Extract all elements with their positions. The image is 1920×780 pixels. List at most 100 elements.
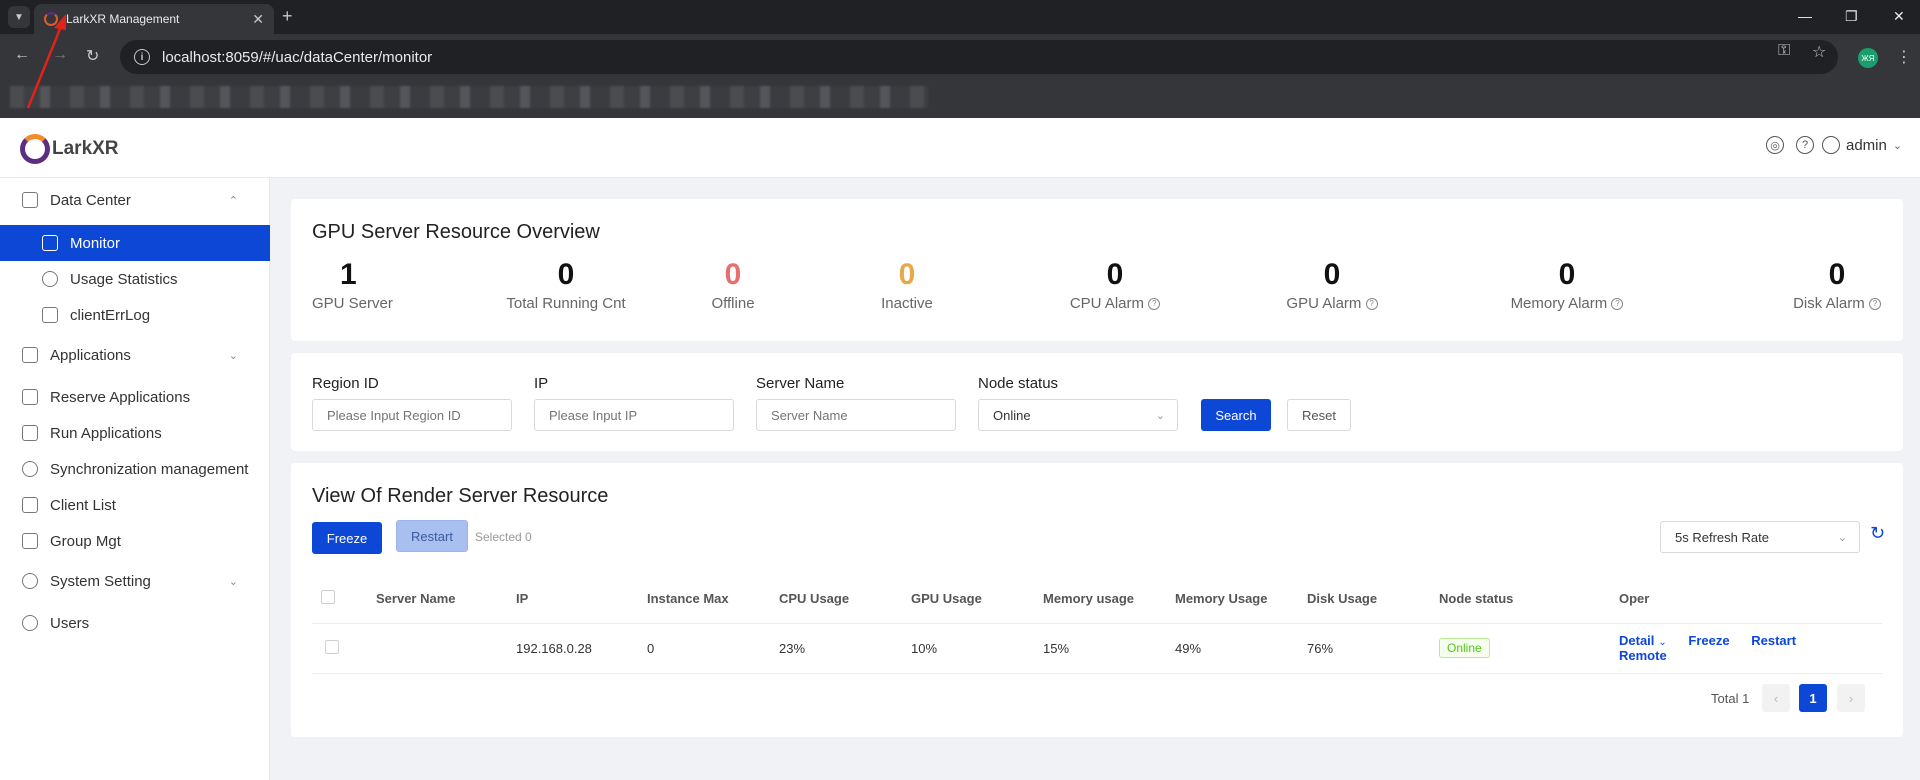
help-icon[interactable]: ? xyxy=(1796,136,1814,154)
sidebar: Data Center ⌃ Monitor Usage Statistics c… xyxy=(0,178,270,780)
ip-input[interactable] xyxy=(534,399,734,431)
refresh-rate-value: 5s Refresh Rate xyxy=(1675,529,1769,545)
stat-memory-alarm: 0 Memory Alarm ? xyxy=(1487,257,1647,312)
stat-value: 0 xyxy=(1106,258,1124,291)
row-remote-link[interactable]: Remote xyxy=(1619,648,1667,663)
grid-icon xyxy=(22,347,38,363)
stat-label: GPU Server xyxy=(312,295,393,312)
profile-avatar[interactable]: ЖЯ xyxy=(1858,48,1878,68)
region-id-input[interactable] xyxy=(312,399,512,431)
sidebar-item-label: Monitor xyxy=(70,234,121,252)
sidebar-item-data-center[interactable]: Data Center ⌃ xyxy=(0,182,270,218)
file-icon xyxy=(42,307,58,323)
select-all-checkbox[interactable] xyxy=(321,590,335,605)
sidebar-item-label: Client List xyxy=(50,496,116,514)
prev-page-icon[interactable]: ‹ xyxy=(1762,684,1790,712)
server-name-input[interactable] xyxy=(756,399,956,431)
user-icon xyxy=(1822,136,1840,154)
chevron-down-icon: ⌄ xyxy=(1892,139,1903,152)
node-status-select[interactable]: Online ⌄ xyxy=(978,399,1178,431)
bookmark-star-icon[interactable]: ☆ xyxy=(1812,42,1826,62)
column-header: GPU Usage xyxy=(911,575,1043,624)
sidebar-item-monitor[interactable]: Monitor xyxy=(0,225,270,261)
stat-cpu-alarm: 0 CPU Alarm ? xyxy=(1045,257,1185,312)
sidebar-item-label: Synchronization management xyxy=(50,460,249,478)
sidebar-item-label: Data Center xyxy=(50,191,131,209)
row-checkbox[interactable] xyxy=(325,639,339,654)
stat-offline: 0 Offline xyxy=(673,257,793,312)
server-table: Server Name IP Instance Max CPU Usage GP… xyxy=(312,575,1882,674)
minimize-icon[interactable]: — xyxy=(1798,8,1812,24)
user-menu[interactable]: admin ⌄ xyxy=(1822,136,1902,154)
site-info-icon[interactable]: i xyxy=(134,49,150,65)
stat-gpu-server: 1 GPU Server xyxy=(312,257,393,312)
cell-gpu-usage: 10% xyxy=(911,623,1043,674)
reload-icon[interactable]: ↻ xyxy=(86,46,99,66)
new-tab-plus-icon[interactable]: + xyxy=(282,6,293,27)
next-page-icon[interactable]: › xyxy=(1837,684,1865,712)
sidebar-item-client-list[interactable]: Client List xyxy=(0,487,270,523)
page-number[interactable]: 1 xyxy=(1799,684,1827,712)
doc-icon xyxy=(22,425,38,441)
stat-gpu-alarm: 0 GPU Alarm ? xyxy=(1262,257,1402,312)
sidebar-item-group-mgt[interactable]: Group Mgt xyxy=(0,523,270,559)
sync-icon xyxy=(22,461,38,477)
logo-text: LarkXR xyxy=(52,138,119,159)
restart-button[interactable]: Restart xyxy=(396,520,468,552)
column-header: Memory usage xyxy=(1043,575,1175,624)
stat-disk-alarm: 0 Disk Alarm ? xyxy=(1782,257,1892,312)
sidebar-item-label: Reserve Applications xyxy=(50,388,191,406)
blurred-bookmarks xyxy=(10,86,928,108)
freeze-button[interactable]: Freeze xyxy=(312,522,382,554)
sidebar-item-usage-statistics[interactable]: Usage Statistics xyxy=(0,261,270,297)
help-circle-icon[interactable]: ? xyxy=(1611,298,1624,311)
sidebar-item-label: clientErrLog xyxy=(70,306,151,324)
total-count: Total 1 xyxy=(1711,691,1750,706)
resource-card: View Of Render Server Resource Freeze Re… xyxy=(291,463,1903,737)
status-badge: Online xyxy=(1439,638,1490,658)
stat-label: Total Running Cnt xyxy=(506,295,626,312)
sidebar-item-applications[interactable]: Applications ⌄ xyxy=(0,337,270,373)
help-circle-icon[interactable]: ? xyxy=(1868,298,1881,311)
column-header: Server Name xyxy=(376,575,516,624)
row-restart-link[interactable]: Restart xyxy=(1751,633,1796,648)
larkxr-logo[interactable]: LarkXR xyxy=(20,134,119,164)
help-circle-icon[interactable]: ? xyxy=(1148,298,1161,311)
annotation-arrow xyxy=(26,14,66,109)
close-tab-icon[interactable]: ✕ xyxy=(252,11,264,28)
sidebar-item-label: Users xyxy=(50,614,90,632)
search-button[interactable]: Search xyxy=(1201,399,1271,431)
detail-link[interactable]: Detail xyxy=(1619,633,1654,648)
close-window-icon[interactable]: ✕ xyxy=(1893,8,1905,25)
gear-icon xyxy=(22,573,38,589)
node-status-value: Online xyxy=(993,407,1031,423)
reset-button[interactable]: Reset xyxy=(1287,399,1351,431)
help-circle-icon[interactable]: ? xyxy=(1365,298,1378,311)
url-omnibox[interactable]: i localhost:8059/#/uac/dataCenter/monito… xyxy=(120,40,1838,74)
key-icon[interactable]: ⚿ xyxy=(1778,42,1790,60)
cell-server-name xyxy=(376,623,516,674)
row-freeze-link[interactable]: Freeze xyxy=(1688,633,1729,648)
sidebar-item-system-setting[interactable]: System Setting ⌄ xyxy=(0,563,270,599)
stat-label: Memory Alarm xyxy=(1510,295,1608,312)
sidebar-item-reserve-applications[interactable]: Reserve Applications xyxy=(0,379,270,415)
globe-icon[interactable]: ◎ xyxy=(1766,136,1784,154)
selected-count: Selected 0 xyxy=(475,530,532,544)
sidebar-item-clienterrlog[interactable]: clientErrLog xyxy=(0,297,270,333)
layers-icon xyxy=(22,533,38,549)
stat-value: 1 xyxy=(340,258,357,291)
address-bar: ← → ↻ i localhost:8059/#/uac/dataCenter/… xyxy=(0,34,1920,80)
refresh-icon[interactable]: ↻ xyxy=(1870,523,1885,544)
table-row: 192.168.0.28 0 23% 10% 15% 49% 76% Onlin… xyxy=(312,623,1882,674)
filter-card: Region ID IP Server Name Node status Onl… xyxy=(291,353,1903,451)
stat-label: Disk Alarm xyxy=(1793,295,1865,312)
stat-inactive: 0 Inactive xyxy=(847,257,967,312)
sidebar-item-run-applications[interactable]: Run Applications xyxy=(0,415,270,451)
browser-menu-icon[interactable]: ⋮ xyxy=(1896,47,1912,67)
sidebar-item-label: System Setting xyxy=(50,572,151,590)
sidebar-item-synchronization-management[interactable]: Synchronization management xyxy=(0,451,270,487)
sidebar-item-users[interactable]: Users xyxy=(0,605,270,641)
chevron-down-icon[interactable]: ⌄ xyxy=(1658,637,1666,648)
restore-icon[interactable]: ❐ xyxy=(1845,8,1858,25)
refresh-rate-select[interactable]: 5s Refresh Rate ⌄ xyxy=(1660,521,1860,553)
